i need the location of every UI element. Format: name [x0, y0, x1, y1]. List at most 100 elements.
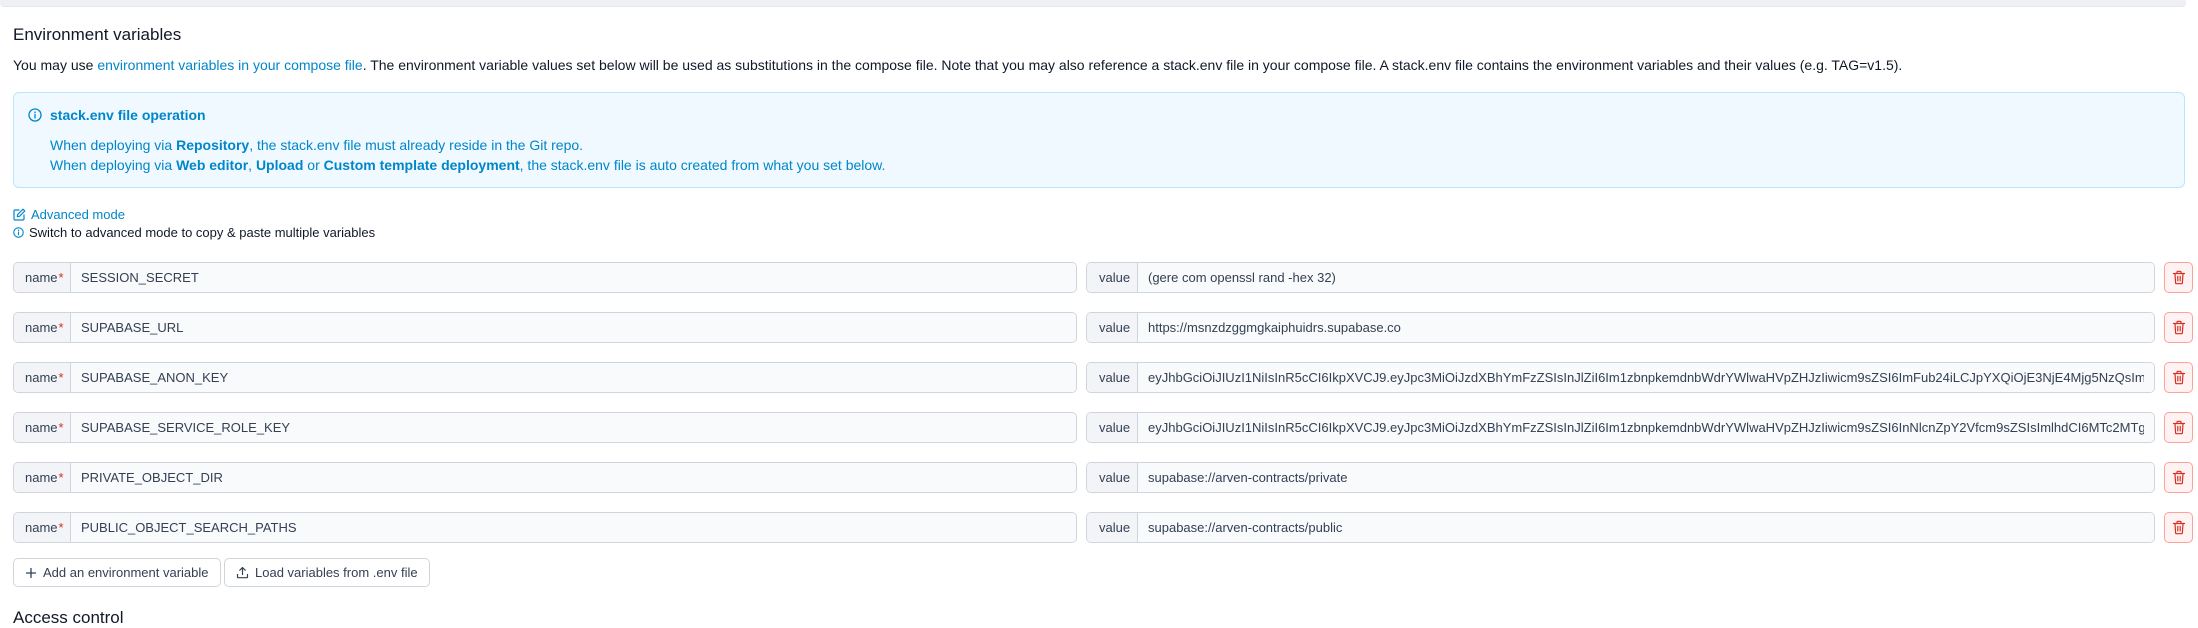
env-value-group: value — [1086, 462, 2155, 493]
env-value-input[interactable] — [1138, 313, 2154, 342]
name-addon: name * — [14, 413, 71, 442]
access-control-title: Access control — [13, 608, 124, 627]
env-value-group: value — [1086, 262, 2155, 293]
value-addon: value — [1087, 463, 1138, 492]
trash-icon — [2172, 470, 2185, 485]
edit-icon — [13, 208, 26, 221]
advanced-mode-label[interactable]: Advanced mode — [31, 207, 125, 222]
trash-icon — [2172, 370, 2185, 385]
required-asterisk: * — [58, 520, 64, 535]
env-value-input[interactable] — [1138, 263, 2154, 292]
info-text: When deploying via — [50, 137, 177, 153]
trash-icon — [2172, 420, 2185, 435]
trash-icon — [2172, 520, 2185, 535]
previous-section-edge — [0, 0, 2186, 7]
value-addon: value — [1087, 513, 1138, 542]
env-value-input[interactable] — [1138, 463, 2154, 492]
env-variable-row: name* value — [13, 462, 2193, 493]
info-text: , the stack.env file is auto created fro… — [519, 157, 886, 173]
value-addon: value — [1087, 413, 1138, 442]
add-env-variable-label[interactable]: Add an environment variable — [43, 565, 209, 580]
env-name-input[interactable] — [71, 513, 1076, 542]
delete-env-variable-button[interactable] — [2164, 312, 2193, 343]
info-line-editor: When deploying via Web editor, Upload or… — [50, 157, 885, 173]
env-value-input[interactable] — [1138, 413, 2154, 442]
value-label: value — [1099, 320, 1131, 335]
info-circle-icon — [13, 226, 24, 238]
info-emphasis-repository: Repository — [176, 137, 250, 153]
required-asterisk: * — [58, 270, 64, 285]
value-label: value — [1099, 270, 1131, 285]
upload-icon — [236, 566, 249, 579]
value-addon: value — [1087, 263, 1138, 292]
value-addon: value — [1087, 363, 1138, 392]
env-value-group: value — [1086, 512, 2155, 543]
delete-env-variable-button[interactable] — [2164, 512, 2193, 543]
delete-env-variable-button[interactable] — [2164, 462, 2193, 493]
info-text: or — [303, 157, 324, 173]
required-asterisk: * — [58, 470, 64, 485]
env-value-group: value — [1086, 362, 2155, 393]
info-text: , — [248, 157, 256, 173]
delete-env-variable-button[interactable] — [2164, 362, 2193, 393]
name-addon: name * — [14, 263, 71, 292]
advanced-mode-hint: Switch to advanced mode to copy & paste … — [13, 224, 375, 240]
env-name-group: name * — [13, 312, 1077, 343]
env-name-group: name * — [13, 362, 1077, 393]
add-env-variable-button[interactable]: Add an environment variable — [13, 558, 221, 587]
advanced-mode-hint-text: Switch to advanced mode to copy & paste … — [29, 224, 376, 240]
env-name-input[interactable] — [71, 363, 1076, 392]
env-name-input[interactable] — [71, 263, 1076, 292]
env-value-input[interactable] — [1138, 513, 2154, 542]
env-value-group: value — [1086, 312, 2155, 343]
env-name-input[interactable] — [71, 313, 1076, 342]
advanced-mode-toggle[interactable]: Advanced mode — [13, 206, 125, 222]
compose-env-docs-link[interactable]: environment variables in your compose fi… — [97, 57, 362, 73]
name-addon: name * — [14, 363, 71, 392]
name-label: name — [25, 520, 58, 535]
plus-icon — [25, 567, 37, 578]
load-env-file-label[interactable]: Load variables from .env file — [255, 565, 418, 580]
load-env-file-button[interactable]: Load variables from .env file — [224, 558, 430, 587]
env-variable-row: name* value — [13, 412, 2193, 443]
trash-icon — [2172, 270, 2185, 285]
name-addon: name * — [14, 313, 71, 342]
env-name-group: name * — [13, 412, 1077, 443]
name-label: name — [25, 370, 58, 385]
required-asterisk: * — [58, 370, 64, 385]
intro-suffix: . The environment variable values set be… — [362, 57, 1903, 73]
env-name-input[interactable] — [71, 413, 1076, 442]
info-emphasis-upload: Upload — [255, 157, 304, 173]
env-variable-row: name* value — [13, 262, 2193, 293]
info-box-title: stack.env file operation — [50, 107, 206, 123]
stack-env-info-box: stack.env file operation When deploying … — [13, 92, 2185, 188]
env-name-group: name * — [13, 262, 1077, 293]
info-text: , the stack.env file must already reside… — [249, 137, 584, 153]
env-value-input[interactable] — [1138, 363, 2154, 392]
intro-prefix: You may use — [13, 57, 98, 73]
env-name-group: name * — [13, 512, 1077, 543]
name-label: name — [25, 320, 58, 335]
name-label: name — [25, 420, 58, 435]
env-name-group: name * — [13, 462, 1077, 493]
intro-text: You may use environment variables in you… — [13, 57, 1902, 73]
value-label: value — [1099, 420, 1131, 435]
info-emphasis-web-editor: Web editor — [176, 157, 249, 173]
delete-env-variable-button[interactable] — [2164, 262, 2193, 293]
name-label: name — [25, 470, 58, 485]
env-name-input[interactable] — [71, 463, 1076, 492]
name-label: name — [25, 270, 58, 285]
value-label: value — [1099, 470, 1131, 485]
env-variable-row: name* value — [13, 312, 2193, 343]
env-value-group: value — [1086, 412, 2155, 443]
required-asterisk: * — [58, 420, 64, 435]
name-addon: name * — [14, 463, 71, 492]
value-label: value — [1099, 370, 1131, 385]
value-label: value — [1099, 520, 1131, 535]
section-title: Environment variables — [13, 25, 182, 44]
env-variable-row: name* value — [13, 362, 2193, 393]
info-text: When deploying via — [50, 157, 177, 173]
trash-icon — [2172, 320, 2185, 335]
delete-env-variable-button[interactable] — [2164, 412, 2193, 443]
info-circle-icon — [28, 108, 42, 122]
